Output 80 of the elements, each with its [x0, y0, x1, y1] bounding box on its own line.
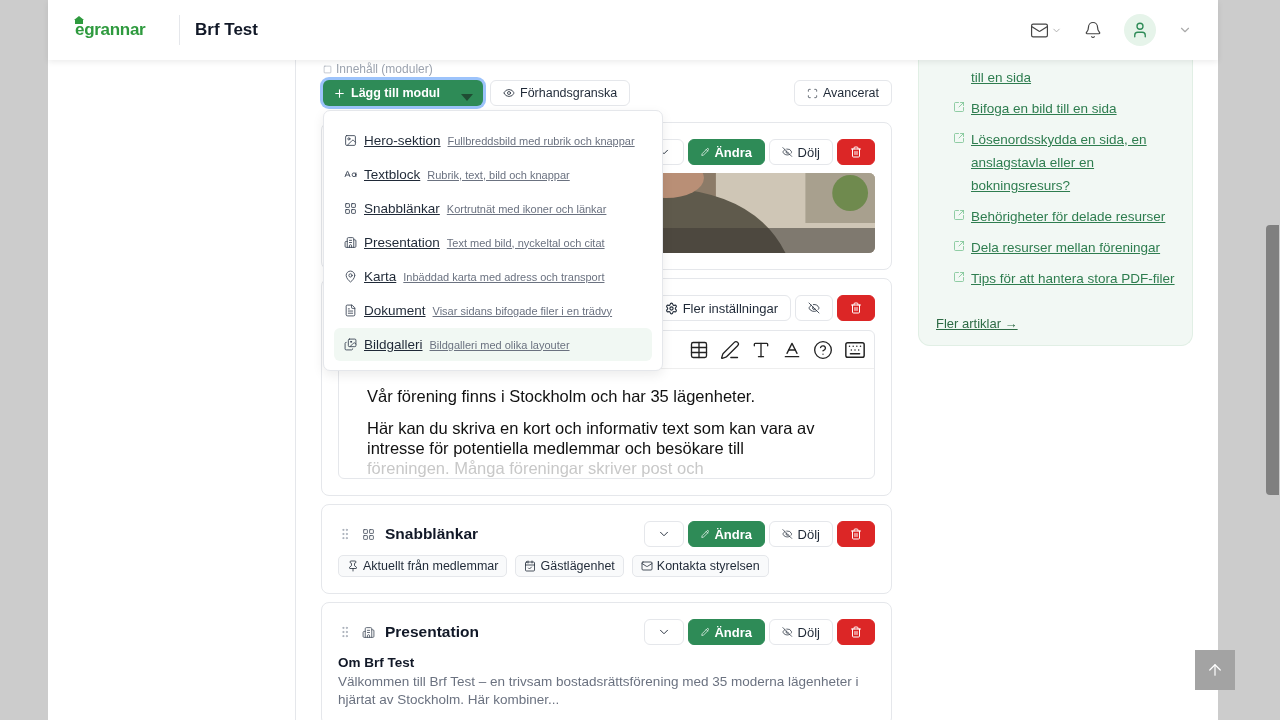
external-link-icon: [953, 240, 965, 252]
building-icon: [344, 236, 357, 249]
article-link[interactable]: Bifoga en bild till en sida: [971, 97, 1117, 120]
hide-button[interactable]: Dölj: [769, 521, 833, 547]
trash-icon: [850, 146, 862, 158]
pin-icon: [347, 560, 359, 572]
hide-button[interactable]: Dölj: [769, 139, 833, 165]
user-avatar[interactable]: [1124, 14, 1156, 46]
menu-item[interactable]: Snabblänkar Kortrutnät med ikoner och länkar: [334, 192, 652, 225]
square-icon: [323, 64, 332, 74]
eye-off-icon: [782, 626, 793, 638]
quick-link-chip[interactable]: Kontakta styrelsen: [631, 555, 769, 577]
trash-icon: [850, 626, 862, 638]
article-link[interactable]: Tips för att hantera stora PDF-filer: [971, 267, 1175, 290]
eye-off-icon: [808, 302, 820, 314]
site-title: Brf Test: [195, 20, 258, 40]
scrollbar-thumb[interactable]: [1266, 225, 1279, 495]
external-link-icon: [953, 271, 965, 283]
document-icon: [344, 304, 357, 317]
editor-paragraph: Här kan du skriva en kort och informativ text som kan vara av intresse för potentiella medlemmar och besökare till: [367, 418, 816, 458]
images-icon: [344, 338, 357, 351]
article-link[interactable]: Behörigheter för delade resurser: [971, 205, 1166, 228]
notifications-button[interactable]: [1084, 21, 1102, 39]
map-pin-icon: [344, 270, 357, 283]
trash-icon: [850, 528, 862, 540]
quick-link-chip[interactable]: Aktuellt från medlemmar: [338, 555, 508, 577]
delete-button[interactable]: [837, 521, 875, 547]
section-title: Innehåll (moduler): [323, 62, 892, 76]
module-title: Presentation: [385, 623, 479, 641]
preview-button[interactable]: Förhandsgranska: [490, 80, 631, 106]
expand-icon: [806, 87, 818, 99]
menu-item[interactable]: Bildgalleri Bildgalleri med olika layouter: [334, 328, 652, 361]
more-articles-link[interactable]: Fler artiklar →: [936, 316, 1175, 331]
eye-off-icon: [782, 528, 793, 540]
edit-button[interactable]: Ändra: [688, 139, 765, 165]
table-icon[interactable]: [689, 339, 709, 360]
grid-icon: [344, 202, 357, 215]
quick-link-chip[interactable]: Gästlägenhet: [515, 555, 624, 577]
add-module-button[interactable]: Lägg till modul: [323, 80, 483, 106]
house-icon: [73, 15, 85, 25]
article-link[interactable]: till en sida: [971, 66, 1032, 89]
image-icon: [344, 134, 357, 147]
module-title: Snabblänkar: [385, 525, 479, 543]
grid-icon: [362, 527, 375, 541]
plus-icon: [333, 86, 346, 100]
help-icon[interactable]: [813, 339, 833, 360]
hide-button[interactable]: Dölj: [769, 619, 833, 645]
building-icon: [362, 625, 375, 639]
presentation-heading: Om Brf Test: [338, 655, 416, 670]
eye-icon: [503, 87, 515, 99]
pencil-icon: [701, 146, 710, 158]
menu-item[interactable]: Hero-sektion Fullbreddsbild med rubrik och knappar: [334, 124, 652, 157]
delete-button[interactable]: [837, 619, 875, 645]
external-link-icon: [953, 101, 965, 113]
edit-button[interactable]: Ändra: [688, 619, 765, 645]
article-link[interactable]: Lösenordsskydda en sida, en anslagstavla eller en bokningsresurs?: [971, 128, 1175, 197]
presentation-text: Välkommen till Brf Test – en trivsam bostadsrättsförening med 35 moderna lägenheter i hjärtat av Stockholm. Här kombiner...: [338, 673, 860, 709]
hide-button[interactable]: [795, 295, 833, 321]
delete-button[interactable]: [837, 295, 875, 321]
pen-icon[interactable]: [720, 339, 740, 360]
gear-icon: [664, 301, 678, 315]
editor-paragraph: Vår förening finns i Stockholm och har 35 lägenheter.: [367, 386, 756, 406]
menu-item[interactable]: Karta Inbäddad karta med adress och transport: [334, 260, 652, 293]
menu-item[interactable]: Presentation Text med bild, nyckeltal och citat: [334, 226, 652, 259]
pencil-icon: [701, 528, 710, 540]
pencil-icon: [701, 626, 710, 638]
advanced-button[interactable]: Avancerat: [793, 80, 892, 106]
menu-item[interactable]: Dokument Visar sidans bifogade filer i en trädvy: [334, 294, 652, 327]
trash-icon: [850, 302, 862, 314]
delete-button[interactable]: [837, 139, 875, 165]
external-link-icon: [953, 209, 965, 221]
article-link[interactable]: Dela resurser mellan föreningar: [971, 236, 1161, 259]
caret-icon: [461, 93, 473, 101]
edit-button[interactable]: Ändra: [688, 521, 765, 547]
external-link-icon: [953, 132, 965, 144]
eye-off-icon: [782, 146, 793, 158]
menu-item[interactable]: Textblock Rubrik, text, bild och knappar: [334, 158, 652, 191]
mail-icon: [640, 560, 653, 572]
logo[interactable]: egrannar: [75, 20, 179, 40]
calendar-icon: [524, 560, 537, 572]
